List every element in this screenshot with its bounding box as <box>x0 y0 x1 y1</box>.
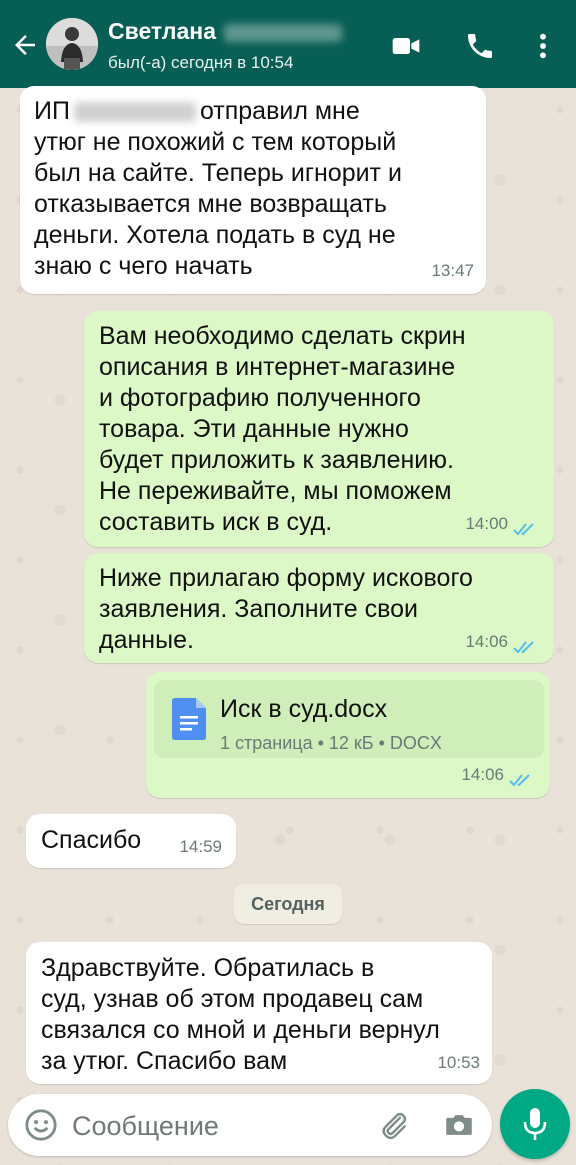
microphone-button[interactable] <box>500 1089 570 1159</box>
more-vert-icon[interactable] <box>527 30 559 62</box>
double-check-icon <box>513 641 534 654</box>
message-composer <box>8 1094 492 1156</box>
message-bubble-incoming[interactable]: Здравствуйте. Обратилась в суд, узнав об… <box>26 942 492 1084</box>
message-text: отправил мне <box>199 97 360 125</box>
message-text: Вам необходимо сделать скрин описания в … <box>99 322 466 536</box>
message-input[interactable] <box>70 1104 364 1148</box>
document-meta: 1 страница • 12 кБ • DOCX <box>220 733 442 753</box>
blurred-name <box>73 102 196 123</box>
paperclip-icon[interactable] <box>378 1108 410 1142</box>
document-card[interactable]: Иск в суд.docx 1 страница • 12 кБ • DOCX <box>154 680 544 758</box>
message-time: 14:00 <box>465 514 508 533</box>
message-text: Спасибо <box>41 826 142 854</box>
message-bubble-incoming[interactable]: Спасибо 14:59 <box>26 814 236 868</box>
message-first-line: ИП отправил мне <box>34 96 360 127</box>
message-text: Здравствуйте. Обратилась в суд, узнав об… <box>41 954 440 1075</box>
message-bubble-outgoing[interactable]: Ниже прилагаю форму искового заявления. … <box>84 553 554 663</box>
message-time: 13:47 <box>431 261 474 280</box>
contact-name-wrapper[interactable]: Светлана <box>108 18 342 45</box>
microphone-icon <box>523 1108 547 1140</box>
message-bubble-outgoing[interactable]: Вам необходимо сделать скрин описания в … <box>84 311 554 547</box>
message-text: ИП <box>34 97 70 125</box>
contact-status: был(-а) сегодня в 10:54 <box>108 53 294 72</box>
message-text: Ниже прилагаю форму искового заявления. … <box>99 564 473 654</box>
avatar[interactable] <box>46 18 98 70</box>
document-name: Иск в суд.docx <box>220 695 388 723</box>
message-time: 14:59 <box>179 837 222 856</box>
phone-icon[interactable] <box>464 30 496 62</box>
message-text: утюг не похожий с тем который был на сай… <box>34 128 402 280</box>
message-bubble-document[interactable]: Иск в суд.docx 1 страница • 12 кБ • DOCX… <box>146 672 550 798</box>
camera-icon[interactable] <box>442 1108 476 1142</box>
video-call-icon[interactable] <box>390 30 422 62</box>
contact-name: Светлана <box>108 18 216 44</box>
document-icon <box>172 698 206 740</box>
chat-header: Светлана был(-а) сегодня в 10:54 <box>0 0 576 88</box>
arrow-left-icon[interactable] <box>10 30 40 60</box>
message-bubble-incoming[interactable]: ИП отправил мне утюг не похожий с тем кот… <box>20 86 486 294</box>
double-check-icon <box>509 774 530 787</box>
message-time: 14:06 <box>461 765 504 784</box>
avatar-photo <box>46 18 98 70</box>
emoji-icon[interactable] <box>24 1108 58 1142</box>
date-separator: Сегодня <box>234 884 342 924</box>
message-time: 10:53 <box>437 1053 480 1072</box>
blurred-surname <box>223 23 342 42</box>
double-check-icon <box>513 523 534 536</box>
message-time: 14:06 <box>465 632 508 651</box>
